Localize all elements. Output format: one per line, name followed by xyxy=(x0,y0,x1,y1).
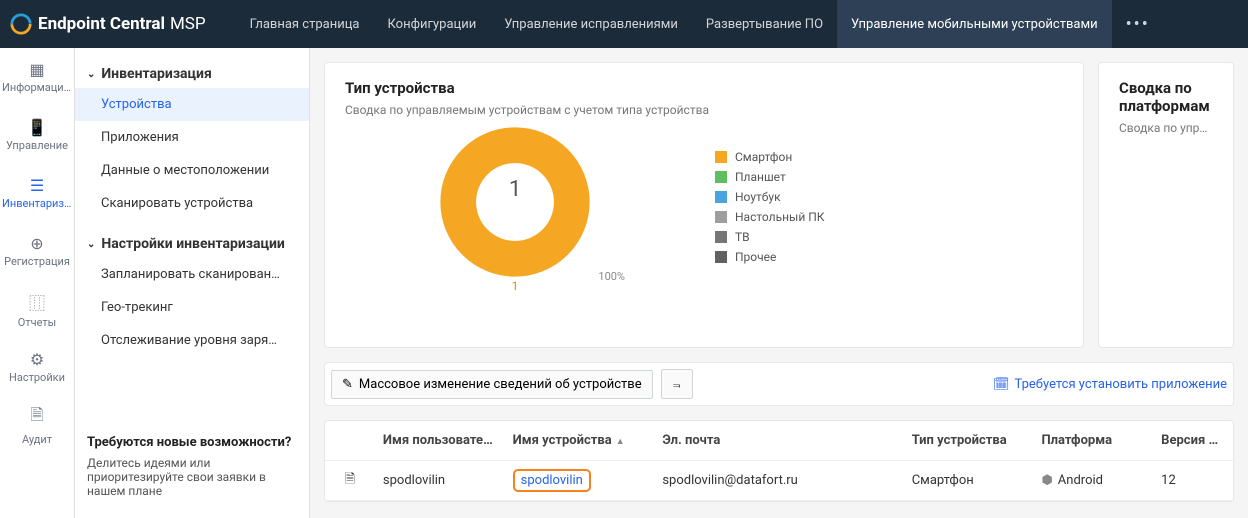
promo-title: Требуются новые возможности? xyxy=(87,435,297,450)
sidebar-item-apps[interactable]: Приложения xyxy=(75,121,309,154)
sidebar-item-scheduled-scan[interactable]: Запланировать сканирован… xyxy=(75,258,309,291)
chevron-down-icon: ⌄ xyxy=(87,69,95,80)
chevron-down-icon: ⌄ xyxy=(87,239,95,250)
enroll-icon: ⊕ xyxy=(30,234,43,253)
swatch xyxy=(715,251,727,263)
table-header: Имя пользователя Имя устройства▲ Эл. поч… xyxy=(325,421,1233,461)
card-platform-summary: Сводка по платформам Сводка по управляем… xyxy=(1098,62,1234,348)
cell-platform: ⬢Android xyxy=(1033,473,1153,488)
rail-enroll[interactable]: ⊕Регистрация xyxy=(0,222,74,280)
clipboard-icon: 🗎 xyxy=(31,404,44,431)
calendar-icon: 🗓 xyxy=(993,377,1010,392)
nav-deploy[interactable]: Развертывание ПО xyxy=(692,0,837,48)
sidebar-item-devices[interactable]: Устройства xyxy=(75,88,309,121)
th-device[interactable]: Имя устройства▲ xyxy=(505,433,655,448)
sidebar-promo[interactable]: Требуются новые возможности? Делитесь ид… xyxy=(87,435,297,498)
legend-item[interactable]: Смартфон xyxy=(715,150,825,164)
brand-suffix: MSP xyxy=(170,14,206,34)
swatch xyxy=(715,211,727,223)
card-device-type: Тип устройства Сводка по управляемым уст… xyxy=(324,62,1084,348)
card-title: Тип устройства xyxy=(345,79,1063,97)
swatch xyxy=(715,231,727,243)
app-logo[interactable]: Endpoint CentralMSP xyxy=(10,13,206,35)
sidebar-item-battery[interactable]: Отслеживание уровня заря… xyxy=(75,324,309,357)
rail-reports[interactable]: ⿲Отчеты xyxy=(0,280,74,338)
bulk-edit-button[interactable]: ✎Массовое изменение сведений об устройст… xyxy=(331,370,653,399)
nav-patch[interactable]: Управление исправлениями xyxy=(490,0,692,48)
rail-manage[interactable]: 📱Управление xyxy=(0,106,74,164)
donut-percent: 100% xyxy=(598,270,625,283)
swatch xyxy=(715,151,727,163)
nav-more[interactable]: ••• xyxy=(1112,0,1164,48)
donut-total: 1 xyxy=(509,177,521,202)
left-rail: ▦Информационная панель 📱Управление ☰Инве… xyxy=(0,48,75,518)
cell-user: spodlovilin xyxy=(375,473,505,488)
table-row[interactable]: 🗎 spodlovilin spodlovilin spodlovilin@da… xyxy=(325,461,1233,501)
brand-name: Endpoint Central xyxy=(38,14,165,34)
donut-chart: 1 1 100% xyxy=(345,127,685,293)
card-title: Сводка по платформам xyxy=(1119,79,1213,115)
sort-asc-icon: ▲ xyxy=(616,437,625,447)
rail-dashboard[interactable]: ▦Информационная панель xyxy=(0,48,74,106)
cell-type: Смартфон xyxy=(904,473,1034,488)
swatch xyxy=(715,171,727,183)
th-platform[interactable]: Платформа xyxy=(1033,433,1153,448)
donut-slice-label: 1 xyxy=(512,279,519,293)
dashboard-icon: ▦ xyxy=(29,60,44,79)
device-link[interactable]: spodlovilin xyxy=(513,469,591,492)
sidebar-item-scan[interactable]: Сканировать устройства xyxy=(75,187,309,220)
layers-icon: ☰ xyxy=(30,176,44,195)
th-email[interactable]: Эл. почта xyxy=(654,433,903,448)
rail-audit[interactable]: 🗎Аудит xyxy=(0,396,74,454)
devices-table: Имя пользователя Имя устройства▲ Эл. поч… xyxy=(324,420,1234,502)
gear-icon: ⚙ xyxy=(30,350,44,369)
filter-icon: ⫬ xyxy=(673,377,681,392)
card-subtitle: Сводка по управляемым устройствам с учет… xyxy=(345,103,1063,117)
th-type[interactable]: Тип устройства xyxy=(904,433,1034,448)
top-nav: Главная страница Конфигурации Управление… xyxy=(236,0,1164,48)
android-icon: ⬢ xyxy=(1041,473,1052,488)
phone-icon: 📱 xyxy=(27,118,47,137)
legend-item[interactable]: Прочее xyxy=(715,250,825,264)
nav-config[interactable]: Конфигурации xyxy=(374,0,491,48)
pencil-icon: ✎ xyxy=(342,377,353,392)
chart-icon: ⿲ xyxy=(29,290,45,314)
row-action-icon[interactable]: 🗎 xyxy=(325,470,375,492)
install-app-link[interactable]: 🗓Требуется установить приложение xyxy=(993,377,1227,392)
legend-item[interactable]: Настольный ПК xyxy=(715,210,825,224)
cell-email: spodlovilin@datafort.ru xyxy=(654,473,903,488)
sidebar-item-location[interactable]: Данные о местоположении xyxy=(75,154,309,187)
cell-os: 12 xyxy=(1153,473,1233,488)
table-toolbar: ✎Массовое изменение сведений об устройст… xyxy=(324,362,1234,406)
rail-settings[interactable]: ⚙Настройки xyxy=(0,338,74,396)
sidebar: ⌄Инвентаризация Устройства Приложения Да… xyxy=(75,48,310,518)
nav-home[interactable]: Главная страница xyxy=(236,0,374,48)
th-os[interactable]: Версия ОС xyxy=(1153,433,1233,448)
nav-mdm[interactable]: Управление мобильными устройствами xyxy=(837,0,1112,48)
sidebar-item-geotrack[interactable]: Гео-трекинг xyxy=(75,291,309,324)
sidebar-group-inv-settings[interactable]: ⌄Настройки инвентаризации xyxy=(75,230,309,258)
chart-legend: Смартфон Планшет Ноутбук Настольный ПК Т… xyxy=(715,150,825,270)
legend-item[interactable]: Ноутбук xyxy=(715,190,825,204)
promo-text: Делитесь идеями или приоритезируйте свои… xyxy=(87,456,297,498)
swatch xyxy=(715,191,727,203)
card-subtitle: Сводка по управляемым устройствам с учет… xyxy=(1119,121,1213,135)
legend-item[interactable]: ТВ xyxy=(715,230,825,244)
rail-inventory[interactable]: ☰Инвентаризация xyxy=(0,164,74,222)
filter-button[interactable]: ⫬ xyxy=(661,369,693,399)
sidebar-group-inventory[interactable]: ⌄Инвентаризация xyxy=(75,60,309,88)
th-user[interactable]: Имя пользователя xyxy=(375,433,505,448)
legend-item[interactable]: Планшет xyxy=(715,170,825,184)
